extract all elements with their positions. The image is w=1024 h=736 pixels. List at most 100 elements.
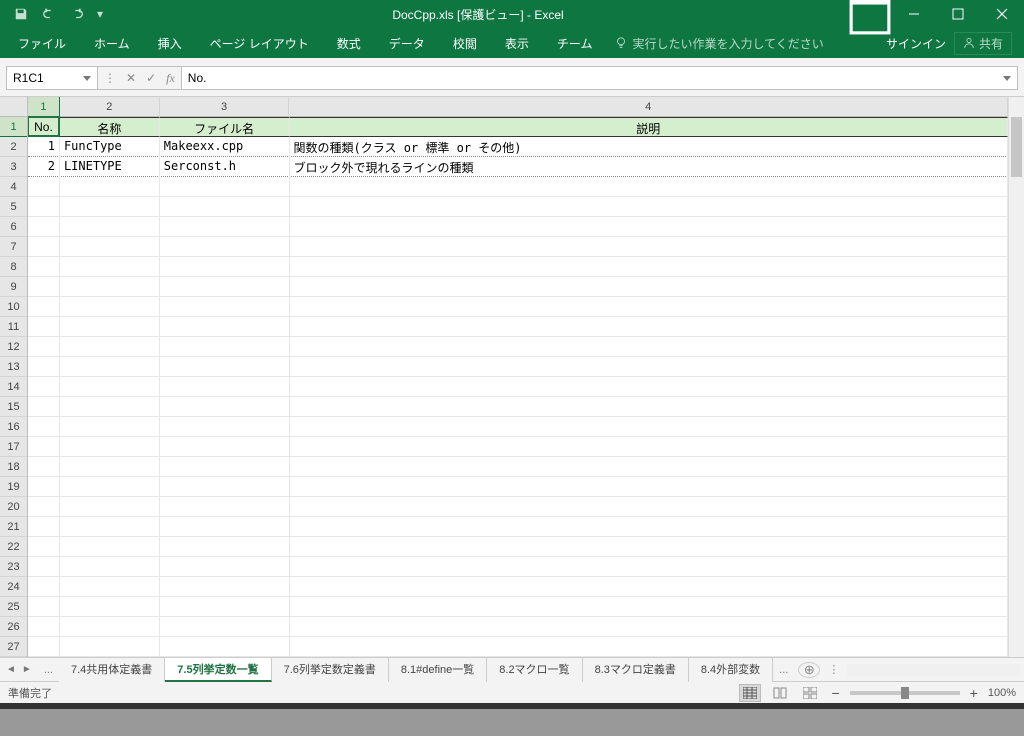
maximize-button[interactable] — [936, 0, 980, 28]
tab-review[interactable]: 校閲 — [439, 28, 491, 58]
row-header[interactable]: 1 — [0, 117, 27, 137]
row-header[interactable]: 19 — [0, 477, 27, 497]
column-header[interactable]: 1 — [28, 97, 60, 117]
sheet-tab[interactable]: 8.3マクロ定義書 — [583, 658, 689, 682]
title-bar: ▾ DocCpp.xls [保護ビュー] - Excel — [0, 0, 1024, 28]
cancel-icon[interactable]: ✕ — [126, 71, 136, 85]
cell-no[interactable]: 2 — [28, 157, 60, 177]
horizontal-scrollbar[interactable] — [847, 664, 1020, 676]
formula-expand-icon[interactable]: ⋮ — [104, 71, 116, 85]
row-header[interactable]: 23 — [0, 557, 27, 577]
row-header[interactable]: 20 — [0, 497, 27, 517]
cell-file[interactable]: Makeexx.cpp — [160, 137, 290, 157]
row-header[interactable]: 14 — [0, 377, 27, 397]
row-header[interactable]: 11 — [0, 317, 27, 337]
share-button[interactable]: 共有 — [954, 32, 1012, 55]
select-all-corner[interactable] — [0, 97, 27, 117]
column-headers: 1 2 3 4 — [28, 97, 1008, 117]
table-header-file[interactable]: ファイル名 — [160, 117, 290, 137]
row-header[interactable]: 15 — [0, 397, 27, 417]
cell-no[interactable]: 1 — [28, 137, 60, 157]
table-row: 2LINETYPESerconst.hブロック外で現れるラインの種類 — [28, 157, 1008, 177]
tab-home[interactable]: ホーム — [80, 28, 144, 58]
column-header[interactable]: 3 — [160, 97, 290, 117]
tab-options-icon[interactable]: ⋮ — [824, 663, 843, 676]
fx-icon[interactable]: fx — [166, 71, 175, 86]
cell-desc[interactable]: 関数の種類(クラス or 標準 or その他) — [290, 137, 1008, 157]
row-header[interactable]: 17 — [0, 437, 27, 457]
cell-desc[interactable]: ブロック外で現れるラインの種類 — [290, 157, 1008, 177]
sheet-nav-next-icon[interactable]: ► — [22, 664, 32, 675]
sheet-nav-prev-icon[interactable]: ◄ — [6, 664, 16, 675]
person-icon — [963, 37, 975, 49]
sheet-overflow-left[interactable]: ... — [38, 664, 59, 676]
tell-me-search[interactable]: 実行したい作業を入力してください — [614, 35, 823, 52]
row-header[interactable]: 21 — [0, 517, 27, 537]
tab-file[interactable]: ファイル — [4, 28, 80, 58]
column-header[interactable]: 4 — [289, 97, 1008, 117]
row-header[interactable]: 12 — [0, 337, 27, 357]
sheet-tab[interactable]: 8.4外部変数 — [689, 658, 773, 682]
row-header[interactable]: 24 — [0, 577, 27, 597]
close-button[interactable] — [980, 0, 1024, 28]
save-icon[interactable] — [8, 2, 34, 26]
spreadsheet-grid[interactable]: 1234567891011121314151617181920212223242… — [0, 97, 1024, 657]
row-header[interactable]: 18 — [0, 457, 27, 477]
formula-input[interactable]: No. — [182, 66, 1018, 90]
qat-customize-icon[interactable]: ▾ — [92, 2, 108, 26]
sheet-tab[interactable]: 7.4共用体定義書 — [59, 658, 165, 682]
new-sheet-button[interactable]: ⊕ — [798, 662, 820, 678]
row-header[interactable]: 26 — [0, 617, 27, 637]
window-controls — [892, 0, 1024, 28]
zoom-level[interactable]: 100% — [988, 687, 1016, 699]
tab-page-layout[interactable]: ページ レイアウト — [196, 28, 323, 58]
row-header[interactable]: 3 — [0, 157, 27, 177]
tab-data[interactable]: データ — [375, 28, 439, 58]
row-header[interactable]: 6 — [0, 217, 27, 237]
table-header-desc[interactable]: 説明 — [290, 117, 1008, 137]
row-header[interactable]: 5 — [0, 197, 27, 217]
row-header[interactable]: 27 — [0, 637, 27, 657]
page-layout-view-icon[interactable] — [769, 684, 791, 702]
row-header[interactable]: 4 — [0, 177, 27, 197]
cell-name[interactable]: FuncType — [60, 137, 160, 157]
tab-view[interactable]: 表示 — [491, 28, 543, 58]
zoom-slider[interactable] — [850, 691, 960, 695]
sheet-overflow-right[interactable]: ... — [773, 664, 794, 676]
table-row: 1FuncTypeMakeexx.cpp関数の種類(クラス or 標準 or そ… — [28, 137, 1008, 157]
row-header[interactable]: 10 — [0, 297, 27, 317]
row-header[interactable]: 2 — [0, 137, 27, 157]
window-title: DocCpp.xls [保護ビュー] - Excel — [108, 6, 848, 23]
table-header-no[interactable]: No. — [28, 117, 60, 137]
tab-formulas[interactable]: 数式 — [323, 28, 375, 58]
tab-team[interactable]: チーム — [543, 28, 607, 58]
cell-file[interactable]: Serconst.h — [160, 157, 290, 177]
lightbulb-icon — [614, 36, 628, 50]
row-header[interactable]: 16 — [0, 417, 27, 437]
normal-view-icon[interactable] — [739, 684, 761, 702]
minimize-button[interactable] — [892, 0, 936, 28]
sheet-tab[interactable]: 8.1#define一覧 — [389, 658, 487, 682]
enter-icon[interactable]: ✓ — [146, 71, 156, 85]
vertical-scrollbar[interactable] — [1008, 97, 1024, 657]
zoom-out-button[interactable]: − — [829, 685, 841, 701]
row-header[interactable]: 7 — [0, 237, 27, 257]
zoom-in-button[interactable]: + — [968, 685, 980, 701]
redo-icon[interactable] — [64, 2, 90, 26]
name-box[interactable]: R1C1 — [6, 66, 98, 90]
column-header[interactable]: 2 — [60, 97, 160, 117]
sheet-tab[interactable]: 7.5列挙定数一覧 — [165, 658, 271, 682]
undo-icon[interactable] — [36, 2, 62, 26]
row-header[interactable]: 13 — [0, 357, 27, 377]
sheet-tab[interactable]: 8.2マクロ一覧 — [487, 658, 582, 682]
row-header[interactable]: 22 — [0, 537, 27, 557]
sheet-tab[interactable]: 7.6列挙定数定義書 — [272, 658, 389, 682]
tab-insert[interactable]: 挿入 — [144, 28, 196, 58]
page-break-view-icon[interactable] — [799, 684, 821, 702]
row-header[interactable]: 25 — [0, 597, 27, 617]
row-header[interactable]: 9 — [0, 277, 27, 297]
row-header[interactable]: 8 — [0, 257, 27, 277]
cell-name[interactable]: LINETYPE — [60, 157, 160, 177]
table-header-name[interactable]: 名称 — [60, 117, 160, 137]
sign-in-link[interactable]: サインイン — [886, 35, 946, 52]
